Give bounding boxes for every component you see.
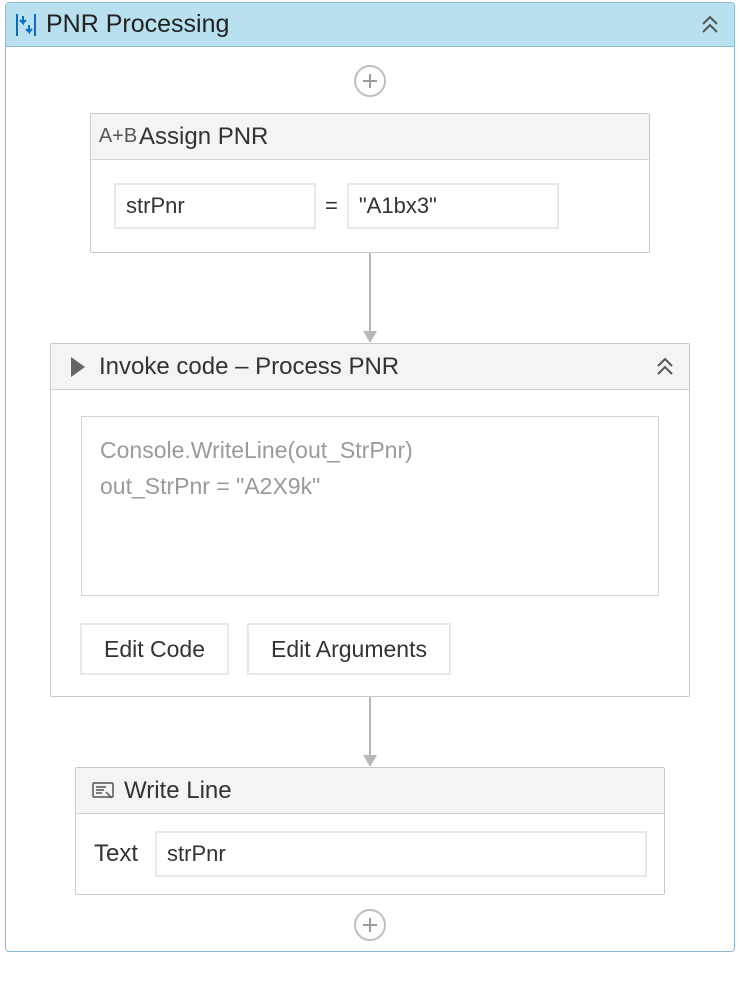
flow-arrow <box>363 253 377 343</box>
writeline-header[interactable]: Write Line <box>76 768 664 814</box>
sequence-title: PNR Processing <box>46 10 696 39</box>
writeline-icon <box>86 776 120 806</box>
add-activity-top[interactable] <box>354 65 386 97</box>
activity-write-line[interactable]: Write Line Text <box>75 767 665 895</box>
sequence-icon <box>12 11 40 39</box>
writeline-text-label: Text <box>94 840 138 868</box>
activity-assign-pnr[interactable]: A+B Assign PNR = <box>90 113 650 253</box>
invoke-header[interactable]: Invoke code – Process PNR <box>51 344 689 390</box>
add-activity-bottom[interactable] <box>354 909 386 941</box>
assign-body: = <box>91 160 649 252</box>
writeline-body: Text <box>76 814 664 894</box>
assign-icon: A+B <box>101 122 135 152</box>
assign-to-field[interactable] <box>115 184 315 228</box>
assign-value-field[interactable] <box>348 184 558 228</box>
invoke-title: Invoke code – Process PNR <box>99 353 651 381</box>
collapse-icon[interactable] <box>651 353 679 381</box>
flow-arrow <box>363 697 377 767</box>
expand-arrow-icon[interactable] <box>61 352 95 382</box>
code-preview[interactable]: Console.WriteLine(out_StrPnr) out_StrPnr… <box>81 416 659 596</box>
equals-sign: = <box>325 193 338 219</box>
activity-invoke-code[interactable]: Invoke code – Process PNR Console.WriteL… <box>50 343 690 697</box>
collapse-icon[interactable] <box>696 11 724 39</box>
assign-title: Assign PNR <box>139 123 639 151</box>
edit-code-button[interactable]: Edit Code <box>81 624 228 674</box>
invoke-body: Console.WriteLine(out_StrPnr) out_StrPnr… <box>51 390 689 696</box>
sequence-header[interactable]: PNR Processing <box>6 3 734 47</box>
edit-arguments-button[interactable]: Edit Arguments <box>248 624 450 674</box>
sequence-body: A+B Assign PNR = Invoke code – Process P… <box>6 47 734 951</box>
writeline-text-field[interactable] <box>156 832 646 876</box>
assign-header[interactable]: A+B Assign PNR <box>91 114 649 160</box>
writeline-title: Write Line <box>124 777 654 805</box>
sequence-pnr-processing: PNR Processing A+B Assign PNR = <box>5 2 735 952</box>
